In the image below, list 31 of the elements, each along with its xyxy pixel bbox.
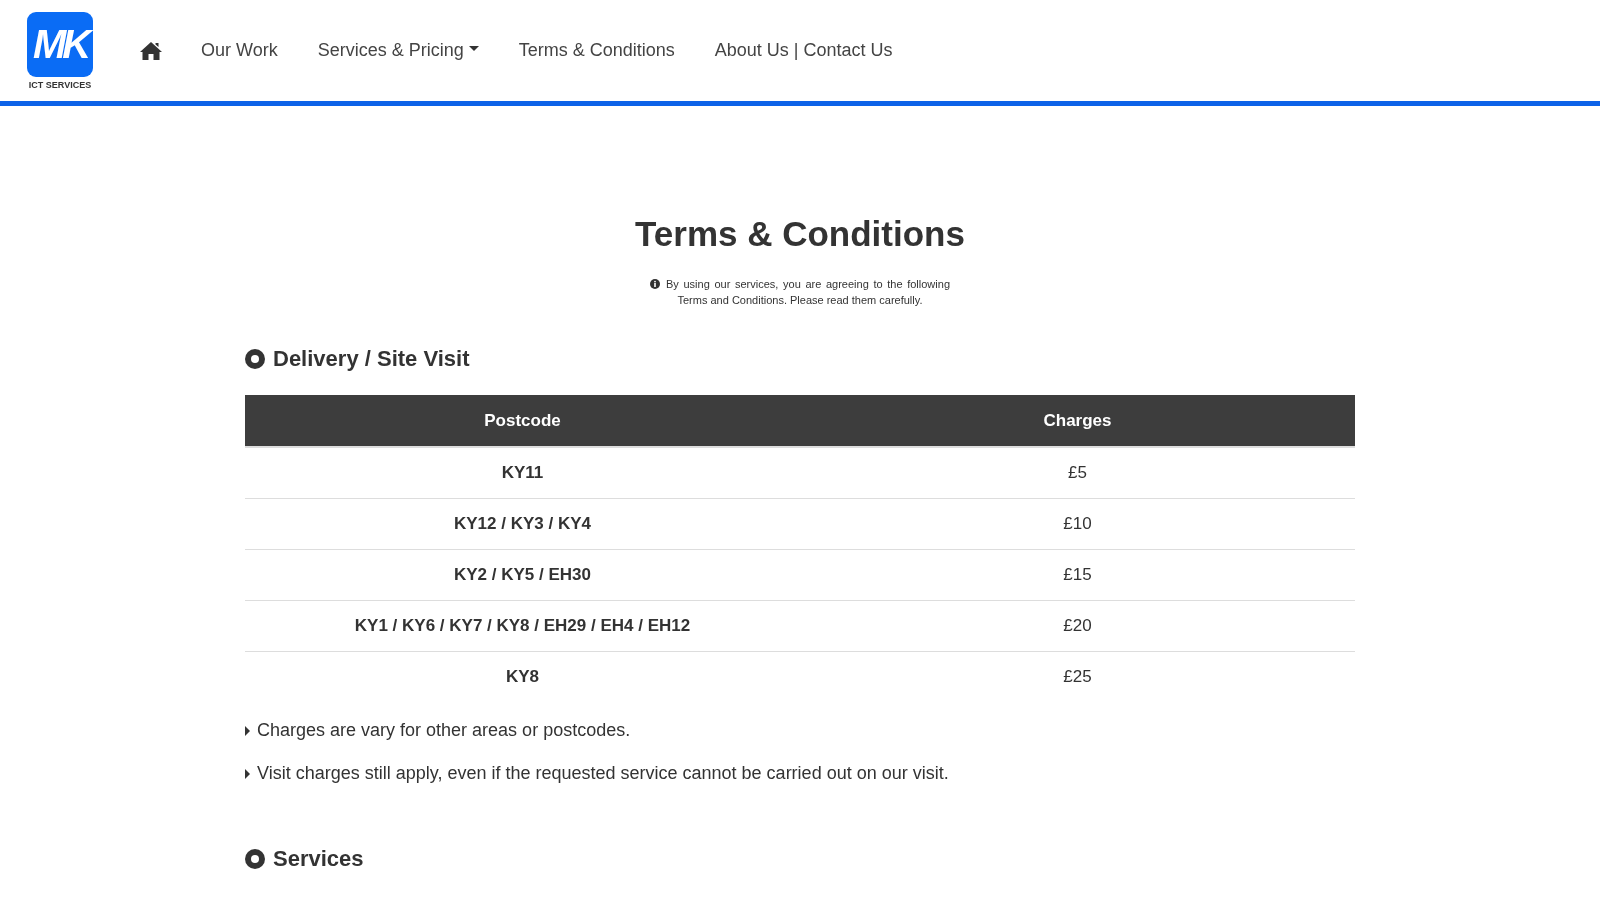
note-text: Charges are vary for other areas or postcodes. xyxy=(257,720,631,741)
page-title: Terms & Conditions xyxy=(634,214,966,254)
info-icon xyxy=(650,279,660,289)
logo-caption: ICT SERVICES xyxy=(28,79,92,90)
column-header: Postcode xyxy=(245,395,800,447)
table-cell: £10 xyxy=(800,498,1355,549)
table-cell: £25 xyxy=(800,651,1355,702)
nav-link[interactable]: Services & Pricing xyxy=(297,40,499,61)
table-cell: KY1 / KY6 / KY7 / KY8 / EH29 / EH4 / EH12 xyxy=(245,600,800,651)
logo[interactable]: MK ICT SERVICES xyxy=(27,11,93,90)
table-cell: £20 xyxy=(800,600,1355,651)
circle-dot-icon xyxy=(245,349,265,369)
nav-link[interactable]: Our Work xyxy=(181,40,298,61)
caret-right-icon xyxy=(245,725,250,736)
section-heading: Delivery / Site Visit xyxy=(273,346,470,372)
caret-right-icon xyxy=(245,768,250,779)
table-cell: KY2 / KY5 / EH30 xyxy=(245,549,800,600)
logo-mark: MK xyxy=(27,11,93,77)
column-header: Charges xyxy=(800,395,1355,447)
table-cell: £5 xyxy=(800,447,1355,498)
note-text: Visit charges still apply, even if the requested service cannot be carried out on our visit. xyxy=(257,763,949,784)
nav-link[interactable]: Terms & Conditions xyxy=(498,40,695,61)
circle-dot-icon xyxy=(245,849,265,869)
table-cell: KY8 xyxy=(245,651,800,702)
table-cell: KY11 xyxy=(245,447,800,498)
section-heading: Services xyxy=(273,846,364,872)
notice-text: By using our services, you are agreeing to the following Terms and Conditions. Please read them carefully. xyxy=(666,278,950,306)
table-cell: £15 xyxy=(800,549,1355,600)
table-cell: KY12 / KY3 / KY4 xyxy=(245,498,800,549)
home-icon[interactable] xyxy=(139,40,163,61)
nav-link[interactable]: About Us | Contact Us xyxy=(694,40,913,61)
